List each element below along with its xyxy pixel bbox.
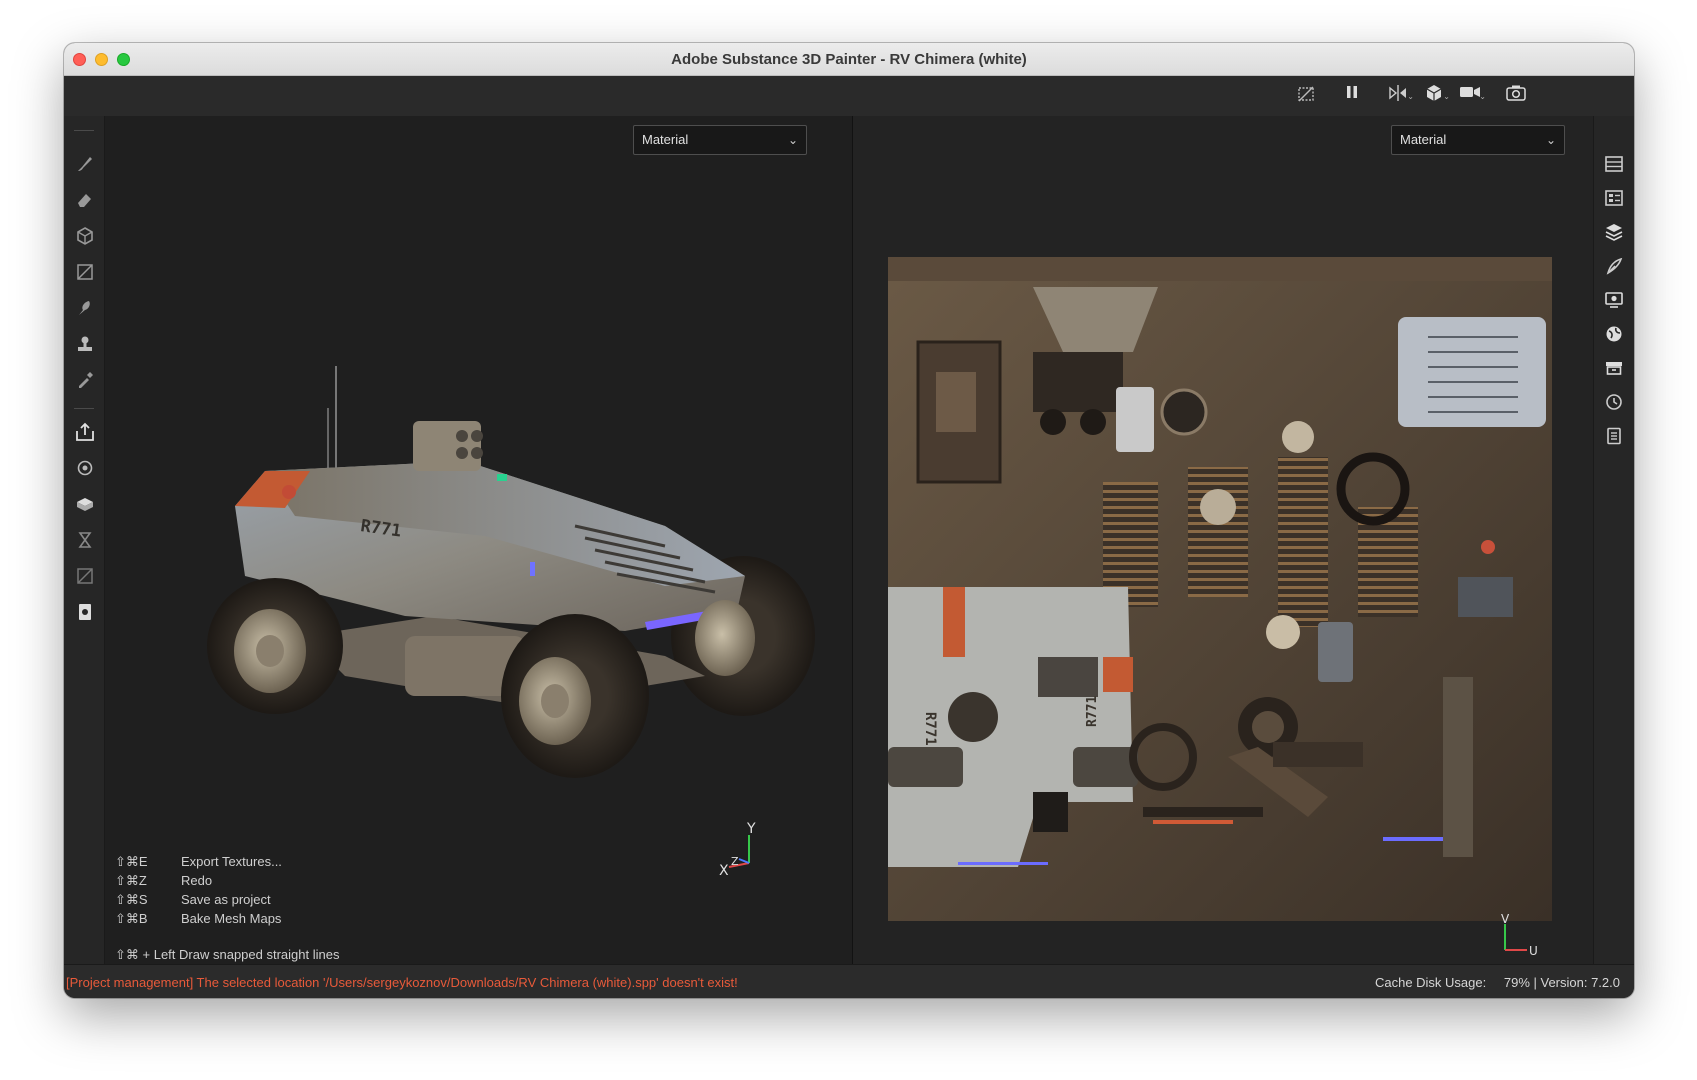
shortcut-hint-extra: ⇧⌘ + Left Draw snapped straight lines [115,947,339,963]
status-error-message: [Project management] The selected locati… [66,975,738,990]
pause-icon[interactable] [1340,84,1364,108]
shortcut-label: Export Textures... [181,854,282,869]
channel-dropdown-2d[interactable]: Material ⌄ [1391,125,1565,155]
assets-icon[interactable] [1602,358,1626,382]
cache-disk-usage-value: 79% | Version: 7.2.0 [1503,975,1620,990]
polygon-fill-icon[interactable] [73,262,97,286]
viewport-capture-icon[interactable] [73,602,97,626]
shortcut-key: ⇧⌘ + Left [115,947,176,962]
shortcut-key: ⇧⌘E [115,854,148,869]
toolbar-separator [74,408,94,409]
uv-decal-text: R771 [922,712,938,746]
toolbar-grip [74,130,94,131]
texture-set-list-icon[interactable] [1602,188,1626,212]
properties-icon[interactable] [1602,256,1626,280]
app-window: Adobe Substance 3D Painter - RV Chimera … [64,43,1634,998]
uv-tool-icon[interactable] [73,566,97,590]
shortcut-label: Save as project [181,892,271,907]
export-icon[interactable] [73,422,97,446]
shortcut-label: Bake Mesh Maps [181,911,282,926]
color-picker-icon[interactable] [73,370,97,394]
chevron-down-icon: ⌄ [1545,133,1556,147]
layers-panel-icon[interactable] [1602,154,1626,178]
uv-u-label: U [1529,944,1538,958]
hide-overlay-icon[interactable] [1294,84,1318,108]
uv-decal-text: R771 [1085,696,1100,727]
geometry-mask-icon[interactable] [73,494,97,518]
gizmo-x-label: X [719,863,729,879]
paint-brush-icon[interactable] [73,154,97,178]
status-info: Cache Disk Usage: 79% | Version: 7.2.0 [1361,975,1620,990]
symmetry-icon[interactable]: ⌄ [1386,84,1414,108]
gizmo-y-label: Y [746,821,756,837]
bake-icon[interactable] [73,458,97,482]
shortcut-key: ⇧⌘B [115,911,148,926]
viewport-toolbar: ⌄ ⌄ ⌄ [64,76,1634,116]
status-bar: [Project management] The selected locati… [64,964,1634,998]
uv-v-label: V [1501,912,1510,926]
uv-texture-map: R771 R771 [888,257,1552,921]
window-title: Adobe Substance 3D Painter - RV Chimera … [671,51,1027,68]
gizmo-z-label: Z [731,855,739,868]
axis-gizmo: Y X Z [719,821,756,879]
panels-toolbar [1593,116,1634,964]
eraser-icon[interactable] [73,190,97,214]
cache-disk-usage-label: Cache Disk Usage: [1374,975,1487,990]
viewport-2d[interactable]: Material ⌄ R771 R771 V U [853,116,1593,964]
timer-icon[interactable] [73,530,97,554]
tools-toolbar [64,116,105,964]
log-icon[interactable] [1602,426,1626,450]
shortcut-label: Draw snapped straight lines [179,947,340,962]
clone-stamp-icon[interactable] [73,334,97,358]
title-bar: Adobe Substance 3D Painter - RV Chimera … [64,43,1634,76]
display-settings-icon[interactable] [1602,290,1626,314]
rover-model: R771 [207,366,815,778]
shortcut-key: ⇧⌘S [115,892,148,907]
screenshot-icon[interactable] [1504,84,1528,108]
camera-icon[interactable]: ⌄ [1458,84,1486,108]
environment-icon[interactable] [1602,324,1626,348]
channel-dropdown-2d-value: Material [1400,132,1447,147]
shortcut-label: Redo [181,873,213,888]
smudge-icon[interactable] [73,298,97,322]
viewport-3d[interactable]: Material ⌄ R771 Y X Z ⇧⌘E Export Texture… [105,116,852,964]
history-icon[interactable] [1602,392,1626,416]
uv-axis-gizmo: V U [1501,912,1538,958]
shortcut-key: ⇧⌘Z [115,873,147,888]
display-mode-icon[interactable]: ⌄ [1422,84,1450,108]
texture-set-settings-icon[interactable] [1602,222,1626,246]
projection-icon[interactable] [73,226,97,250]
